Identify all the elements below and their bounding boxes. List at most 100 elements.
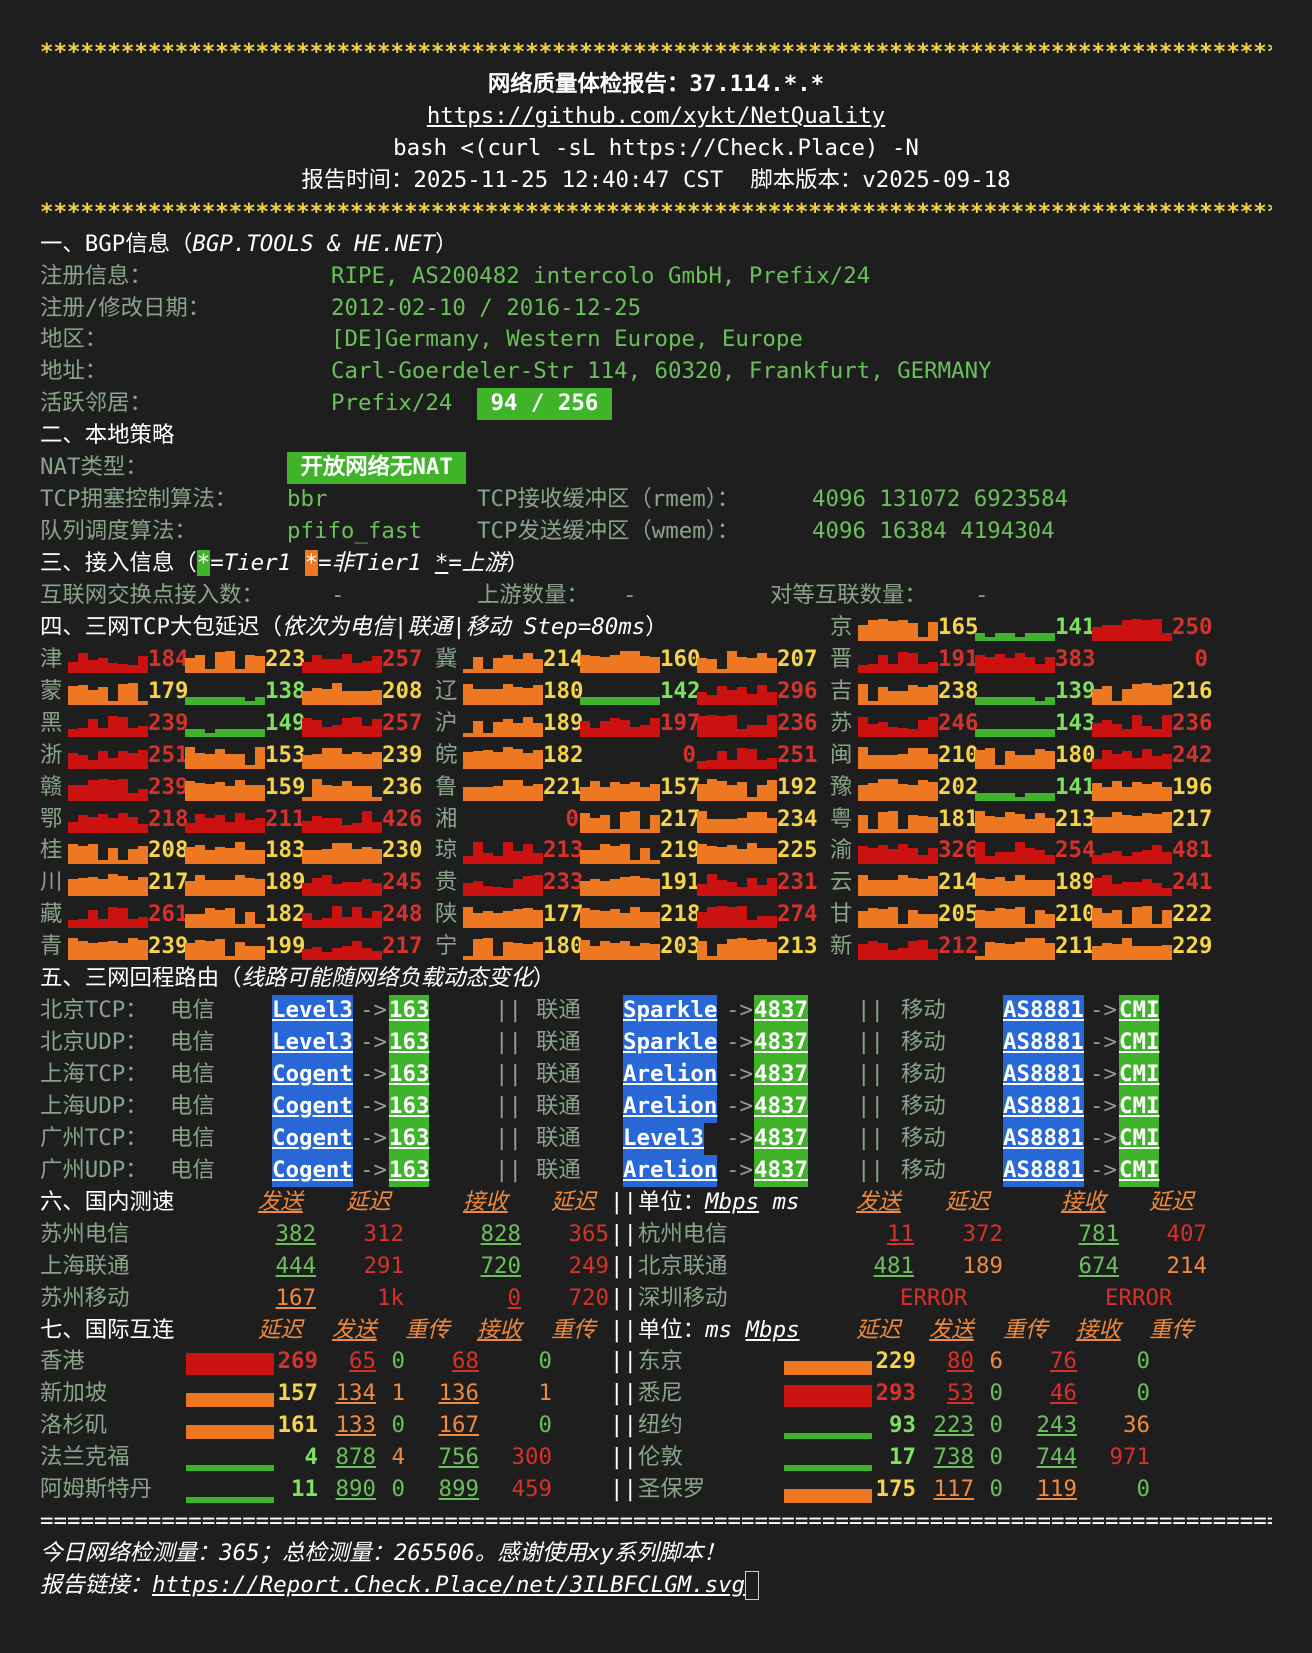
province-label: 闽 [830, 741, 853, 768]
route-asn[interactable]: 4837 [754, 1122, 808, 1155]
latency-value: 165 [938, 613, 979, 640]
route-asn[interactable]: 4837 [754, 1027, 808, 1060]
route-asn[interactable]: CMI [1119, 995, 1160, 1028]
latency-bar [975, 747, 1055, 769]
route-hop[interactable]: Level3 [623, 1122, 704, 1155]
latency-value: 261 [148, 901, 189, 928]
speed-node: 深圳移动 [638, 1284, 728, 1311]
latency-bar [975, 683, 1055, 705]
speed-row: 苏州移动 167 1k 0 720 || 深圳移动 ERROR ERROR [40, 1283, 1272, 1315]
carrier-cu: 联通 [536, 1029, 581, 1056]
latency-bar [580, 747, 660, 769]
intl-retrans: 4 [391, 1444, 405, 1471]
route-hop[interactable]: Sparkle [623, 995, 718, 1028]
route-hop[interactable]: AS8881 [1003, 1090, 1084, 1123]
route-hop[interactable]: Arelion [623, 1090, 718, 1123]
intl-latency-bar [784, 1449, 872, 1472]
latency-value: 180 [543, 677, 584, 704]
latency-value: 157 [660, 773, 701, 800]
latency-value: 241 [1172, 869, 1213, 896]
latency-value: 222 [1172, 901, 1213, 928]
province-label: 豫 [830, 773, 853, 800]
route-asn[interactable]: CMI [1119, 1090, 1160, 1123]
route-hop[interactable]: Cogent [272, 1090, 353, 1123]
route-hop[interactable]: Level3 [272, 1027, 353, 1060]
latency-bar [302, 747, 382, 769]
speed-send: 167 [275, 1284, 316, 1311]
latency-value: 239 [382, 741, 423, 768]
latency-value: 426 [382, 805, 423, 832]
speed-node: 苏州电信 [40, 1220, 130, 1247]
latency-bar [302, 938, 382, 961]
col-header: 重传 [405, 1316, 450, 1343]
latency-bar [697, 810, 777, 833]
latency-bar [1092, 842, 1172, 865]
route-hop[interactable]: AS8881 [1003, 1122, 1084, 1155]
latency-value: 212 [938, 933, 979, 960]
github-link[interactable]: https://github.com/xykt/NetQuality [40, 101, 1272, 133]
latency-bar [580, 810, 660, 833]
footer-link-row: 报告链接：https://Report.Check.Place/net/3ILB… [40, 1570, 1272, 1602]
route-asn[interactable]: CMI [1119, 1122, 1160, 1155]
route-asn[interactable]: CMI [1119, 1154, 1160, 1187]
intl-retrans: 0 [538, 1348, 552, 1375]
route-asn[interactable]: 163 [389, 1059, 430, 1091]
bgp-row: 地区： [DE]Germany, Western Europe, Europe [40, 324, 1272, 356]
latency-bar [697, 874, 777, 897]
latency-value: 229 [1172, 933, 1213, 960]
route-hop[interactable]: Sparkle [623, 1027, 718, 1060]
arrow-icon: -> [726, 1092, 753, 1119]
speed-send: 444 [275, 1252, 316, 1279]
route-asn[interactable]: 163 [389, 1090, 430, 1123]
latency-value: 236 [777, 709, 818, 736]
report-link[interactable]: https://Report.Check.Place/net/3ILBFCLGM… [152, 1572, 745, 1598]
route-asn[interactable]: 4837 [754, 995, 808, 1028]
speed-header: 六、国内测速 发送 延迟 接收 延迟 || 单位：Mbps ms 发送 延迟 接收 延迟 [40, 1187, 1272, 1219]
route-row: 广州UDP： 电信 Cogent -> 163 || 联通 Arelion -> 4837 || 移动… [40, 1154, 1272, 1187]
route-hop[interactable]: AS8881 [1003, 995, 1084, 1028]
route-hop[interactable]: AS8881 [1003, 1154, 1084, 1187]
intl-send: 80 [947, 1348, 974, 1375]
route-asn[interactable]: 163 [389, 1122, 430, 1155]
latency-value: 239 [148, 773, 189, 800]
route-asn[interactable]: CMI [1119, 1059, 1160, 1091]
terminal-output: ****************************************… [40, 37, 1272, 1602]
latency-value: 219 [660, 837, 701, 864]
province-label: 黑 [40, 709, 63, 736]
intl-send: 65 [349, 1348, 376, 1375]
col-header: 延迟 [945, 1188, 990, 1215]
route-hop[interactable]: AS8881 [1003, 1027, 1084, 1060]
latency-bar [858, 683, 938, 705]
route-asn[interactable]: CMI [1119, 1027, 1160, 1060]
route-hop[interactable]: Cogent [272, 1154, 353, 1187]
province-label: 桂 [40, 837, 63, 864]
route-hop[interactable]: Cogent [272, 1122, 353, 1155]
speed-latency: 365 [568, 1220, 609, 1247]
route-asn[interactable]: 4837 [754, 1059, 808, 1091]
route-hop[interactable]: Arelion [623, 1059, 718, 1091]
route-key: 上海UDP： [40, 1092, 148, 1119]
speed-node: 苏州移动 [40, 1284, 130, 1311]
route-asn[interactable]: 163 [389, 1027, 430, 1060]
latency-value: 205 [938, 901, 979, 928]
carrier-ct: 电信 [170, 1029, 215, 1056]
route-asn[interactable]: 4837 [754, 1090, 808, 1123]
route-hop[interactable]: Level3 [272, 995, 353, 1028]
route-asn[interactable]: 163 [389, 1154, 430, 1187]
province-label: 渝 [830, 837, 853, 864]
route-hop[interactable]: Arelion [623, 1154, 718, 1187]
province-label: 陕 [435, 901, 458, 928]
arrow-icon: -> [360, 1061, 387, 1087]
speed-latency: 249 [568, 1252, 609, 1279]
route-asn[interactable]: 163 [389, 995, 430, 1028]
intl-recv: 76 [1050, 1348, 1077, 1375]
route-asn[interactable]: 4837 [754, 1154, 808, 1187]
latency-bar [975, 619, 1055, 641]
province-label: 粤 [830, 805, 853, 832]
latency-bar [697, 747, 777, 769]
route-hop[interactable]: AS8881 [1003, 1059, 1084, 1091]
intl-retrans: 6 [989, 1348, 1003, 1375]
province-label: 湘 [435, 805, 458, 832]
route-hop[interactable]: Cogent [272, 1059, 353, 1091]
speed-recv: 674 [1078, 1252, 1119, 1279]
